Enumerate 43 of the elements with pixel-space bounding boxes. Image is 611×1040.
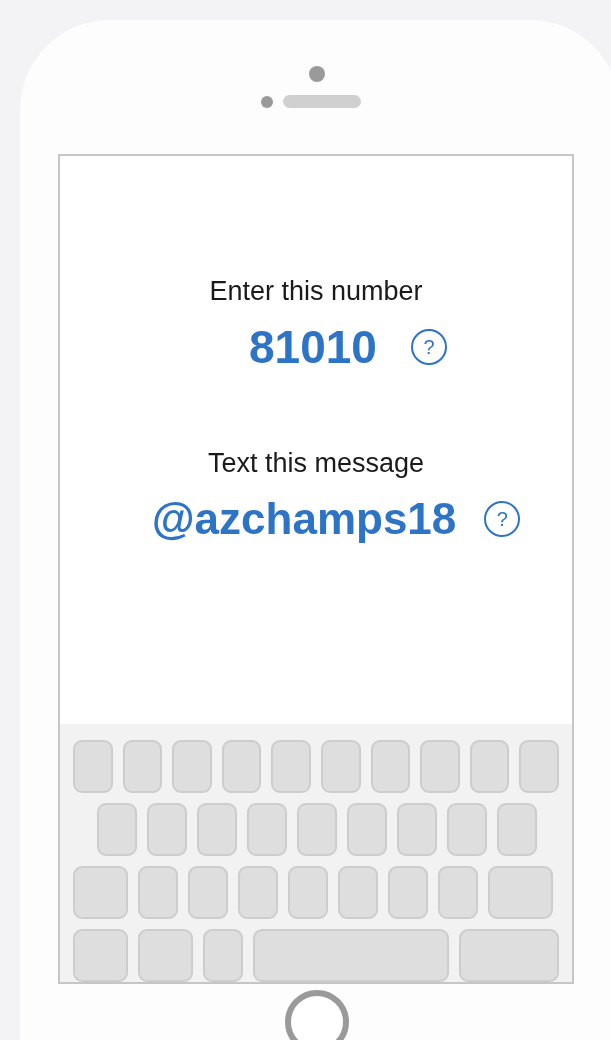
keyboard-key[interactable] — [320, 740, 361, 793]
keyboard-key[interactable] — [497, 803, 537, 856]
keyboard-key[interactable] — [73, 740, 113, 793]
keyboard-key[interactable] — [297, 803, 337, 856]
keyboard-key[interactable] — [519, 740, 559, 793]
help-button[interactable]: ? — [484, 501, 521, 537]
keyboard-key[interactable] — [73, 866, 128, 919]
keyboard-key[interactable] — [138, 866, 178, 919]
keyboard-key[interactable] — [253, 929, 449, 982]
home-button[interactable] — [285, 990, 349, 1040]
keyboard-key[interactable] — [238, 866, 278, 919]
short-code: 81010 — [249, 322, 377, 372]
keyboard-key[interactable] — [397, 803, 437, 856]
help-button[interactable]: ? — [410, 329, 447, 365]
keyboard-key[interactable] — [197, 803, 237, 856]
message-keyword: @azchamps18 — [151, 494, 457, 544]
keyboard-key[interactable] — [388, 866, 428, 919]
camera-icon — [309, 66, 325, 82]
keyboard-key[interactable] — [203, 929, 243, 982]
keyboard-key[interactable] — [73, 929, 128, 982]
keyboard-key[interactable] — [347, 803, 387, 856]
keyboard-key[interactable] — [420, 740, 460, 793]
keyboard-key[interactable] — [488, 866, 553, 919]
keyboard-key[interactable] — [370, 740, 411, 793]
sensor-icon — [261, 95, 273, 108]
keyboard-key[interactable] — [469, 740, 510, 793]
keyboard-key[interactable] — [288, 866, 328, 919]
keyboard-key[interactable] — [147, 803, 187, 856]
keyboard-key[interactable] — [122, 740, 163, 793]
keyboard-key[interactable] — [97, 803, 137, 856]
keyboard-key[interactable] — [247, 803, 287, 856]
keyboard-key[interactable] — [459, 929, 559, 982]
instruction-label: Text this message — [207, 447, 425, 480]
keyboard-key[interactable] — [438, 866, 478, 919]
speaker-icon — [283, 95, 361, 108]
keyboard-key[interactable] — [221, 740, 262, 793]
keyboard-key[interactable] — [172, 740, 212, 793]
keyboard-key[interactable] — [338, 866, 378, 919]
instruction-label: Enter this number — [209, 275, 423, 308]
keyboard-key[interactable] — [138, 929, 193, 982]
keyboard-key[interactable] — [271, 740, 311, 793]
keyboard-key[interactable] — [447, 803, 487, 856]
keyboard-key[interactable] — [188, 866, 228, 919]
